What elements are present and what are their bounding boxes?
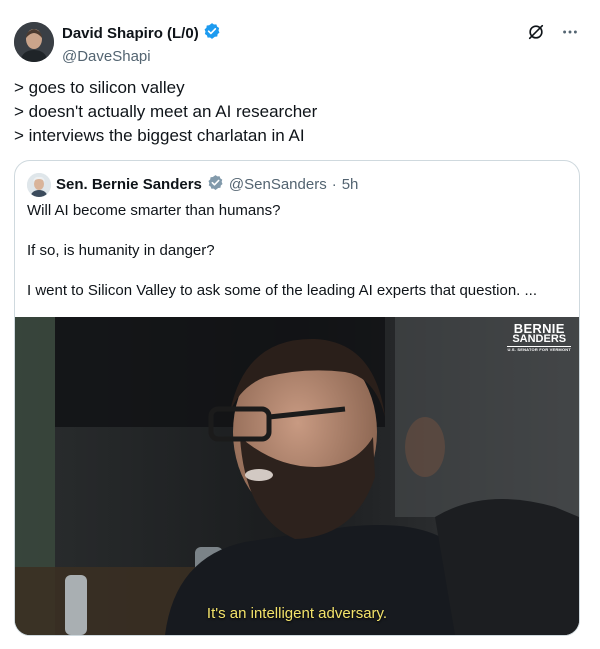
quoted-text: Will AI become smarter than humans? If s… xyxy=(27,201,567,301)
quoted-paragraph: If so, is humanity in danger? xyxy=(27,242,215,259)
quoted-avatar xyxy=(27,173,51,197)
author-info: David Shapiro (L/0) @DaveShapi xyxy=(62,22,221,67)
tweet-line: > interviews the biggest charlatan in AI xyxy=(14,126,305,145)
quoted-tweet-card[interactable]: Sen. Bernie Sanders @SenSanders · 5h Wil… xyxy=(14,160,580,636)
grok-icon[interactable] xyxy=(526,22,546,42)
quoted-paragraph: I went to Silicon Valley to ask some of … xyxy=(27,282,538,299)
logo-line: U.S. SENATOR FOR VERMONT xyxy=(507,346,571,352)
quoted-video[interactable]: BERNIE SANDERS U.S. SENATOR FOR VERMONT … xyxy=(15,317,579,635)
bernie-sanders-logo: BERNIE SANDERS U.S. SENATOR FOR VERMONT xyxy=(507,322,571,352)
quoted-author-name: Sen. Bernie Sanders xyxy=(56,176,202,193)
author-handle[interactable]: @DaveShapi xyxy=(62,47,221,67)
tweet-line: > goes to silicon valley xyxy=(14,78,185,97)
quoted-timestamp: 5h xyxy=(341,176,359,193)
quoted-header: Sen. Bernie Sanders @SenSanders · 5h xyxy=(27,173,358,197)
tweet: David Shapiro (L/0) @DaveShapi > goes to… xyxy=(0,0,600,649)
quoted-author-handle: @SenSanders xyxy=(228,176,327,193)
tweet-text: > goes to silicon valley > doesn't actua… xyxy=(14,76,574,148)
quoted-paragraph: Will AI become smarter than humans? xyxy=(27,202,281,219)
more-icon[interactable] xyxy=(560,22,580,42)
video-frame-image xyxy=(15,317,579,635)
tweet-line: > doesn't actually meet an AI researcher xyxy=(14,102,318,121)
verified-badge-icon xyxy=(203,22,221,46)
logo-line: SANDERS xyxy=(512,333,567,345)
tweet-top-actions xyxy=(526,22,580,42)
video-caption: It's an intelligent adversary. xyxy=(206,605,388,622)
separator-dot: · xyxy=(331,176,337,193)
author-avatar[interactable] xyxy=(14,22,54,62)
gray-verified-badge-icon xyxy=(207,174,224,197)
author-name[interactable]: David Shapiro (L/0) xyxy=(62,24,199,44)
